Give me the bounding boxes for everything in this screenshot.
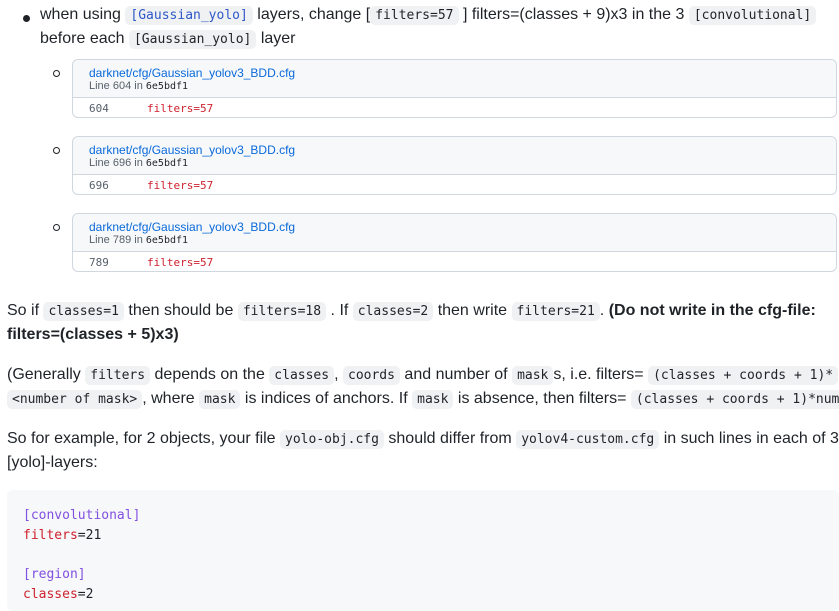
- file-path-link[interactable]: darknet/cfg/Gaussian_yolov3_BDD.cfg: [89, 66, 295, 80]
- code-value: =57: [193, 256, 214, 269]
- code-line: filters=57: [147, 256, 213, 269]
- inline-code: classes=1: [43, 302, 124, 321]
- code-line-classes: classes=2: [23, 587, 93, 602]
- file-path-link[interactable]: darknet/cfg/Gaussian_yolov3_BDD.cfg: [89, 220, 295, 234]
- file-path-link[interactable]: darknet/cfg/Gaussian_yolov3_BDD.cfg: [89, 143, 295, 157]
- code-key: classes: [23, 587, 78, 602]
- bold-text: (Do not write in the cfg-file:: [608, 302, 816, 319]
- paragraph-3-line-2: [yolo]-layers:: [7, 451, 98, 475]
- text: in such lines in each of 3: [663, 430, 839, 447]
- inline-code: mask: [412, 390, 454, 409]
- inline-code: filters=57: [370, 6, 459, 25]
- card-header: darknet/cfg/Gaussian_yolov3_BDD.cfg Line…: [73, 214, 836, 252]
- code-key: filters: [23, 528, 78, 543]
- code-block: [convolutional] filters=21 [region] clas…: [7, 490, 839, 611]
- text: is indices of anchors. If: [244, 390, 408, 407]
- bullet-line-2: before each [Gaussian_yolo] layer: [40, 27, 296, 52]
- line-prefix: Line 696 in: [89, 157, 143, 169]
- code-permalink-card: darknet/cfg/Gaussian_yolov3_BDD.cfg Line…: [72, 59, 837, 118]
- inline-code: filters=18: [237, 302, 327, 321]
- code-section-region: [region]: [23, 567, 86, 582]
- code-key: filters: [147, 179, 194, 192]
- inline-code: filters: [85, 366, 151, 385]
- text: then write: [437, 302, 508, 319]
- text: is absence, then filters=: [457, 390, 627, 407]
- inline-code: filters=21: [511, 302, 600, 321]
- inline-code: yolov4-custom.cfg: [516, 430, 660, 449]
- code-key: filters: [147, 256, 194, 269]
- code-line-filters: filters=21: [23, 528, 101, 543]
- code-value: =57: [193, 179, 214, 192]
- line-prefix: Line 789 in: [89, 234, 143, 246]
- text: .: [599, 302, 605, 319]
- inline-code: yolo-obj.cfg: [280, 430, 384, 449]
- bullet-text: layers, change [: [257, 6, 371, 23]
- paragraph-3-line-1: So for example, for 2 objects, your file…: [7, 427, 839, 452]
- bullet-text: before each: [40, 30, 125, 47]
- line-number: 789: [89, 256, 109, 269]
- inline-code: (classes + coords + 1)*num: [630, 390, 839, 409]
- code-value: =2: [77, 587, 94, 602]
- inline-code: [convolutional]: [688, 6, 817, 25]
- bullet-disc: [23, 15, 30, 22]
- commit-hash[interactable]: 6e5bdf1: [146, 81, 188, 92]
- text: ,: [334, 366, 339, 383]
- text: then should be: [128, 302, 234, 319]
- text: So if: [7, 302, 40, 319]
- text: should differ from: [388, 430, 512, 447]
- inline-code: [Gaussian_yolo]: [128, 30, 257, 49]
- code-key: filters: [147, 102, 194, 115]
- text: and number of: [404, 366, 508, 383]
- code-value: =21: [77, 528, 102, 543]
- line-reference: Line 696 in 6e5bdf1: [89, 157, 188, 169]
- card-header: darknet/cfg/Gaussian_yolov3_BDD.cfg Line…: [73, 60, 836, 98]
- line-reference: Line 604 in 6e5bdf1: [89, 80, 188, 92]
- bullet-text: layer: [260, 30, 296, 47]
- inline-code: classes=2: [352, 302, 434, 321]
- bold-text: filters=(classes + 5)x3): [7, 326, 179, 343]
- inline-code: mask: [199, 390, 241, 409]
- paragraph-2-line-2: <number of mask>, where mask is indices …: [7, 387, 839, 412]
- bullet-text: when using: [40, 6, 121, 23]
- commit-hash[interactable]: 6e5bdf1: [146, 158, 188, 169]
- bullet-line-1: when using [Gaussian_yolo] layers, chang…: [40, 3, 817, 28]
- text: s, i.e. filters=: [553, 366, 644, 383]
- text: , where: [142, 390, 195, 407]
- inline-code: (classes + coords + 1)*: [648, 366, 839, 385]
- sub-bullet-circle: [53, 224, 60, 231]
- sub-bullet-circle: [53, 147, 60, 154]
- code-value: =57: [193, 102, 214, 115]
- code-line: filters=57: [147, 102, 213, 115]
- inline-code: coords: [343, 366, 400, 385]
- inline-code: <number of mask>: [7, 390, 143, 409]
- card-header: darknet/cfg/Gaussian_yolov3_BDD.cfg Line…: [73, 137, 836, 175]
- sub-bullet-circle: [53, 70, 60, 77]
- code-permalink-card: darknet/cfg/Gaussian_yolov3_BDD.cfg Line…: [72, 213, 837, 272]
- line-reference: Line 789 in 6e5bdf1: [89, 234, 188, 246]
- paragraph-1-line-2: filters=(classes + 5)x3): [7, 323, 179, 347]
- text: . If: [330, 302, 349, 319]
- inline-code: classes: [269, 366, 335, 385]
- text: [yolo]-layers:: [7, 454, 98, 471]
- paragraph-1-line-1: So if classes=1 then should be filters=1…: [7, 299, 816, 324]
- text: So for example, for 2 objects, your file: [7, 430, 276, 447]
- code-line: filters=57: [147, 179, 213, 192]
- inline-code: mask: [512, 366, 554, 385]
- line-prefix: Line 604 in: [89, 80, 143, 92]
- code-permalink-card: darknet/cfg/Gaussian_yolov3_BDD.cfg Line…: [72, 136, 837, 195]
- line-number: 696: [89, 179, 109, 192]
- text: (Generally: [7, 366, 81, 383]
- text: depends on the: [154, 366, 265, 383]
- line-number: 604: [89, 102, 109, 115]
- commit-hash[interactable]: 6e5bdf1: [146, 235, 188, 246]
- code-section-convolutional: [convolutional]: [23, 508, 141, 523]
- paragraph-2-line-1: (Generally filters depends on the classe…: [7, 363, 839, 388]
- bullet-text: ] filters=(classes + 9)x3 in the 3: [462, 6, 685, 23]
- inline-code: [Gaussian_yolo]: [125, 6, 253, 25]
